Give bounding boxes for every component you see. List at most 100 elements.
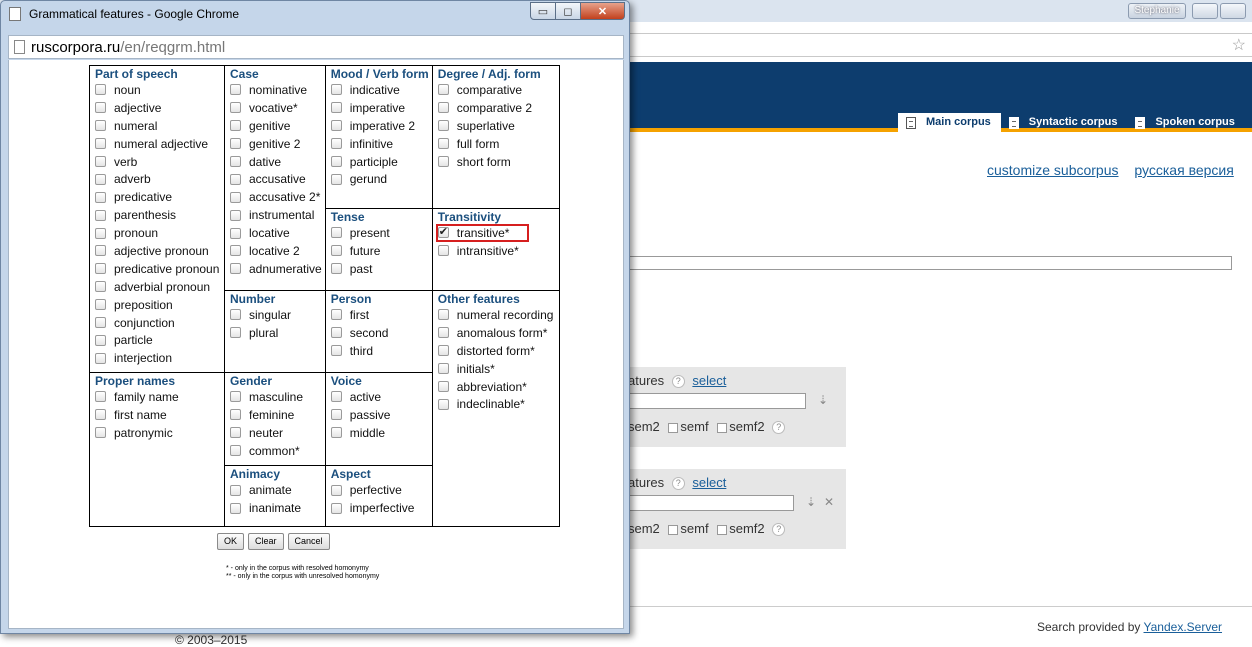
feature-checkbox[interactable]	[230, 84, 241, 96]
feature-checkbox[interactable]	[230, 102, 241, 114]
feature-checkbox[interactable]	[95, 227, 106, 239]
feature-option[interactable]: accusative	[230, 170, 322, 188]
feature-checkbox[interactable]	[95, 352, 106, 364]
feature-option[interactable]: distorted form*	[437, 342, 556, 360]
feature-option[interactable]: nominative	[230, 81, 322, 99]
feature-checkbox[interactable]	[230, 191, 241, 203]
user-profile-button[interactable]: Stephanie	[1128, 3, 1186, 19]
feature-checkbox[interactable]	[95, 191, 106, 203]
feature-option[interactable]: numeral adjective	[95, 135, 221, 153]
feature-checkbox[interactable]	[230, 445, 241, 457]
feature-checkbox[interactable]	[95, 138, 106, 150]
feature-checkbox[interactable]	[437, 102, 449, 114]
minimize-button[interactable]	[1192, 3, 1218, 19]
feature-option[interactable]: intransitive*	[437, 242, 556, 260]
tab-spoken-corpus[interactable]: Spoken corpus	[1127, 113, 1244, 132]
feature-option[interactable]: second	[330, 324, 429, 342]
feature-option[interactable]: gerund	[330, 170, 429, 188]
feature-checkbox[interactable]	[95, 391, 106, 403]
feature-option[interactable]: masculine	[230, 388, 322, 406]
ok-button[interactable]: OK	[217, 533, 245, 550]
feature-option[interactable]: passive	[330, 406, 429, 424]
close-button[interactable]: ✕	[581, 2, 625, 20]
feature-checkbox[interactable]	[95, 173, 106, 185]
feature-checkbox[interactable]	[437, 225, 449, 239]
feature-option[interactable]: past	[330, 260, 429, 278]
feature-option[interactable]: family name	[95, 388, 221, 406]
feature-option[interactable]: adjective	[95, 99, 221, 117]
feature-checkbox[interactable]	[95, 299, 106, 311]
customize-subcorpus-link[interactable]: customize subcorpus	[987, 162, 1119, 178]
grammar-input[interactable]	[628, 495, 794, 511]
select-link[interactable]: select	[692, 475, 726, 490]
feature-checkbox[interactable]	[95, 317, 106, 329]
feature-option[interactable]: adverbial pronoun	[95, 278, 221, 296]
feature-checkbox[interactable]	[330, 245, 342, 257]
feature-option[interactable]: pronoun	[95, 224, 221, 242]
feature-option[interactable]: verb	[95, 153, 221, 171]
feature-checkbox[interactable]	[95, 281, 106, 293]
arrow-down-icon[interactable]: ⇣	[806, 495, 816, 509]
feature-checkbox[interactable]	[437, 120, 449, 132]
feature-checkbox[interactable]	[437, 309, 449, 321]
feature-checkbox[interactable]	[437, 327, 449, 339]
feature-checkbox[interactable]	[437, 345, 449, 357]
feature-option[interactable]: parenthesis	[95, 206, 221, 224]
feature-checkbox[interactable]	[437, 84, 449, 96]
feature-checkbox[interactable]	[330, 391, 342, 403]
feature-option[interactable]: indeclinable*	[437, 395, 556, 413]
feature-option[interactable]: adjective pronoun	[95, 242, 221, 260]
feature-checkbox[interactable]	[330, 102, 342, 114]
feature-checkbox[interactable]	[95, 409, 106, 421]
yandex-link[interactable]: Yandex.Server	[1144, 620, 1223, 634]
feature-option[interactable]: predicative pronoun	[95, 260, 221, 278]
feature-checkbox[interactable]	[330, 138, 342, 150]
feature-checkbox[interactable]	[437, 363, 449, 375]
popup-titlebar[interactable]: Grammatical features - Google Chrome ▭ ◻…	[1, 1, 629, 27]
tab-syntactic-corpus[interactable]: Syntactic corpus	[1001, 113, 1128, 132]
feature-checkbox[interactable]	[95, 209, 106, 221]
feature-checkbox[interactable]	[330, 84, 342, 96]
feature-option[interactable]: vocative*	[230, 99, 322, 117]
feature-option[interactable]: animate	[230, 481, 322, 499]
feature-checkbox[interactable]	[330, 345, 342, 357]
feature-option[interactable]: adverb	[95, 170, 221, 188]
feature-option[interactable]: superlative	[437, 117, 556, 135]
feature-option[interactable]: present	[330, 224, 429, 242]
feature-option[interactable]: comparative 2	[437, 99, 556, 117]
feature-checkbox[interactable]	[330, 327, 342, 339]
feature-option[interactable]: imperative	[330, 99, 429, 117]
feature-option[interactable]: conjunction	[95, 314, 221, 332]
feature-option[interactable]: numeral	[95, 117, 221, 135]
address-bar[interactable]: ruscorpora.ru/en/reqgrm.html	[8, 35, 624, 59]
feature-checkbox[interactable]	[230, 309, 241, 321]
help-icon[interactable]: ?	[671, 375, 685, 389]
feature-option[interactable]: third	[330, 342, 429, 360]
feature-option[interactable]: patronymic	[95, 424, 221, 442]
feature-checkbox[interactable]	[437, 245, 449, 257]
clear-button[interactable]: Clear	[248, 533, 284, 550]
feature-checkbox[interactable]	[230, 263, 241, 275]
arrow-down-icon[interactable]: ⇣	[818, 393, 828, 407]
feature-option[interactable]: preposition	[95, 296, 221, 314]
feature-checkbox[interactable]	[230, 391, 241, 403]
feature-option[interactable]: numeral recording	[437, 306, 556, 324]
feature-option[interactable]: particle	[95, 331, 221, 349]
feature-option[interactable]: inanimate	[230, 499, 322, 517]
tab-main-corpus[interactable]: Main corpus	[898, 113, 1001, 132]
word-input[interactable]	[628, 256, 1232, 270]
bookmark-star-icon[interactable]: ☆	[1232, 35, 1246, 55]
feature-checkbox[interactable]	[330, 484, 342, 496]
feature-option[interactable]: imperative 2	[330, 117, 429, 135]
feature-option[interactable]: transitive*	[435, 223, 556, 242]
feature-checkbox[interactable]	[437, 381, 449, 392]
cancel-button[interactable]: Cancel	[287, 533, 330, 550]
feature-option[interactable]: future	[330, 242, 429, 260]
feature-option[interactable]: abbreviation*	[437, 378, 556, 396]
feature-option[interactable]: feminine	[230, 406, 322, 424]
feature-checkbox[interactable]	[437, 138, 449, 150]
feature-option[interactable]: accusative 2*	[230, 188, 322, 206]
feature-checkbox[interactable]	[437, 398, 449, 410]
feature-option[interactable]: middle	[330, 424, 429, 442]
minimize-button[interactable]: ▭	[530, 2, 556, 20]
